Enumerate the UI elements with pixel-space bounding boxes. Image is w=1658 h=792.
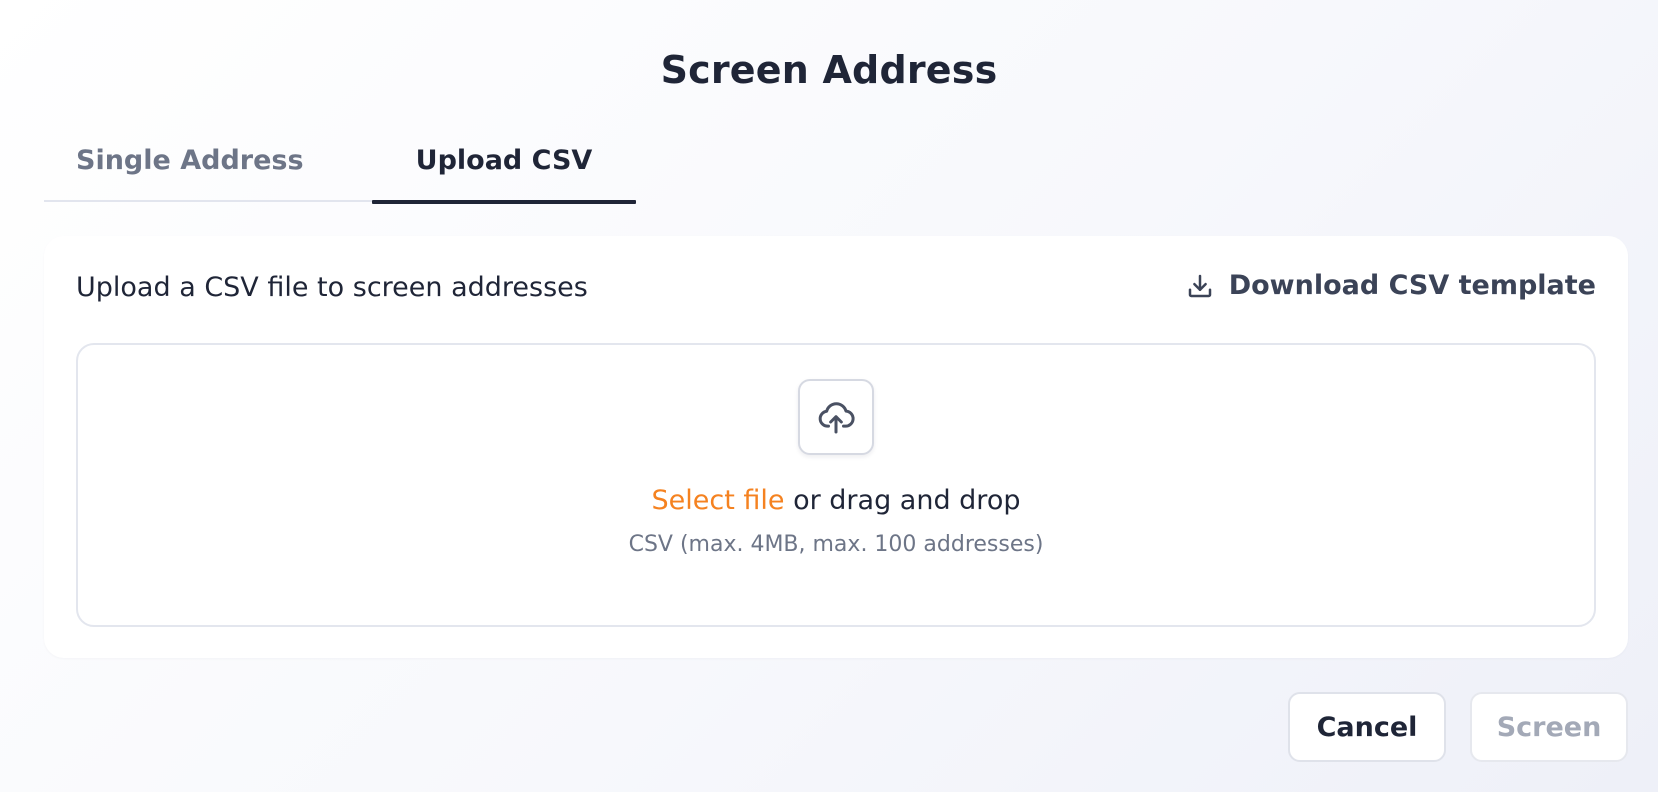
- download-icon: [1185, 271, 1215, 301]
- drag-drop-text: or drag and drop: [784, 485, 1021, 516]
- drop-instructions: Select file or drag and drop: [78, 485, 1594, 516]
- download-link-label: Download CSV template: [1228, 270, 1596, 301]
- upload-card: Upload a CSV file to screen addresses Do…: [44, 236, 1628, 658]
- cloud-upload-icon: [816, 397, 856, 437]
- download-csv-template-link[interactable]: Download CSV template: [1185, 270, 1596, 301]
- dialog-title: Screen Address: [660, 48, 998, 92]
- file-constraints-hint: CSV (max. 4MB, max. 100 addresses): [628, 532, 1044, 557]
- tab-bar: Single Address Upload CSV: [44, 118, 636, 204]
- cancel-button[interactable]: Cancel: [1288, 692, 1446, 762]
- tab-upload-csv[interactable]: Upload CSV: [372, 118, 636, 204]
- tab-single-address[interactable]: Single Address: [44, 118, 372, 202]
- screen-button[interactable]: Screen: [1470, 692, 1628, 762]
- card-heading: Upload a CSV file to screen addresses: [76, 272, 588, 303]
- upload-button[interactable]: [798, 379, 874, 455]
- file-dropzone[interactable]: Select file or drag and drop CSV (max. 4…: [76, 343, 1596, 627]
- select-file-link[interactable]: Select file: [652, 485, 785, 516]
- screen-address-dialog: Screen Address Single Address Upload CSV…: [0, 0, 1658, 792]
